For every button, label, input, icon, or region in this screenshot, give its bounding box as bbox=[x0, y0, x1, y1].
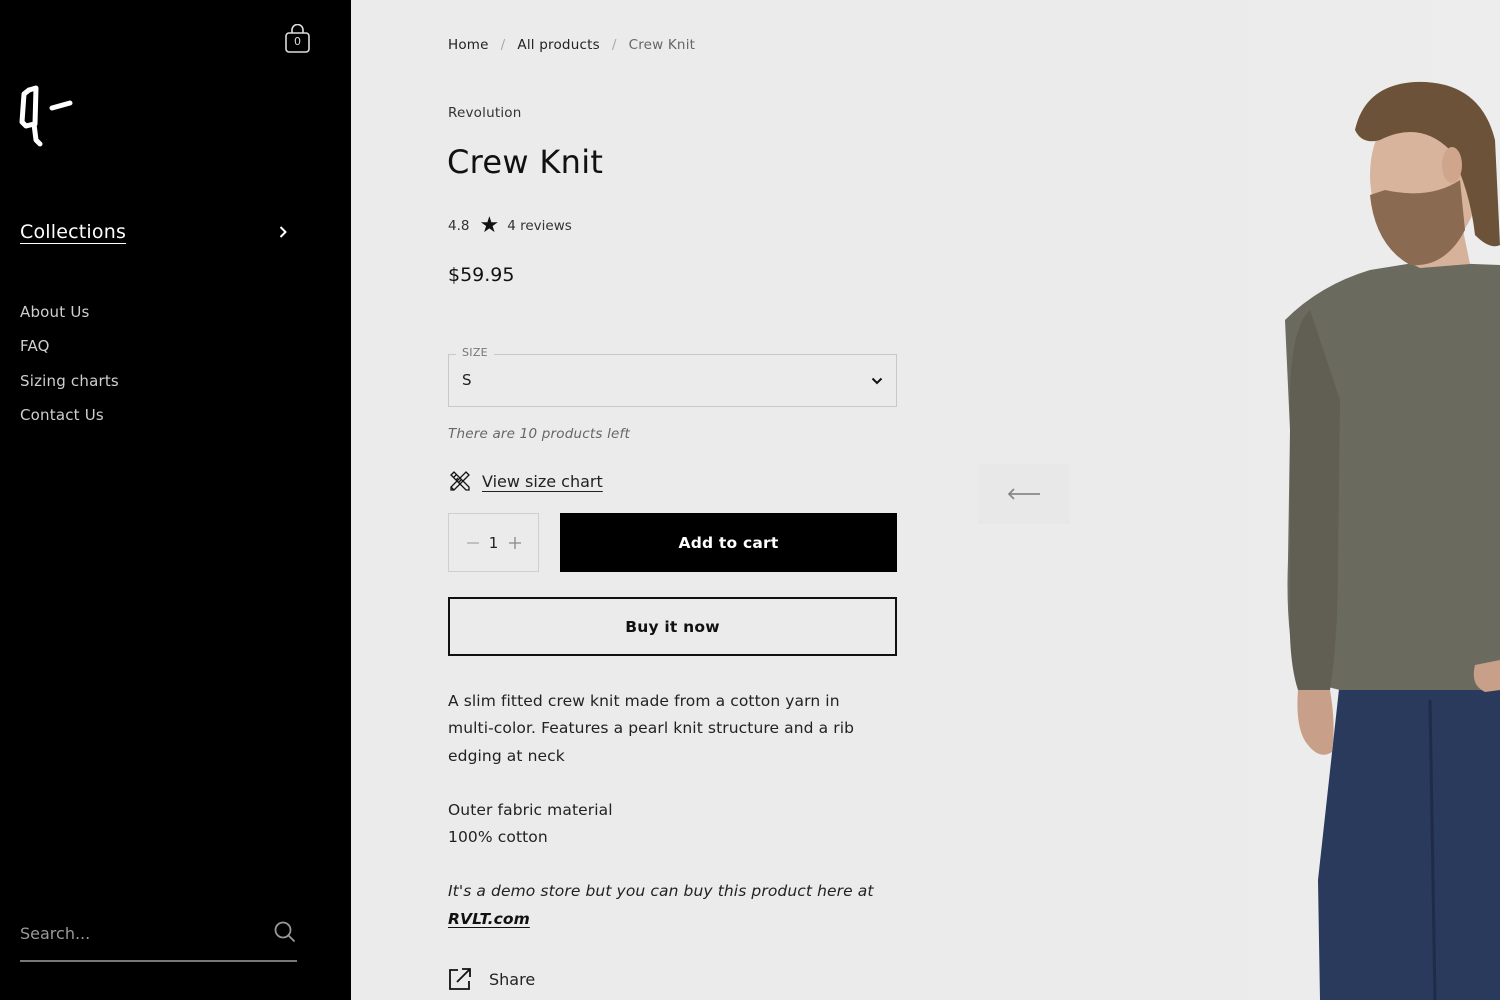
review-count: 4 reviews bbox=[507, 218, 572, 234]
breadcrumb-separator: / bbox=[611, 37, 617, 53]
stock-status: There are 10 products left bbox=[448, 426, 630, 442]
external-link-icon bbox=[449, 968, 471, 990]
sidebar-nav: About Us FAQ Sizing charts Contact Us bbox=[20, 302, 119, 439]
search-bar bbox=[20, 914, 297, 962]
demo-note: It's a demo store but you can buy this p… bbox=[448, 878, 888, 933]
sidebar-item-faq[interactable]: FAQ bbox=[20, 336, 119, 370]
minus-icon bbox=[466, 541, 479, 544]
size-label: SIZE bbox=[456, 346, 494, 359]
breadcrumb-current: Crew Knit bbox=[628, 37, 696, 53]
product-title: Crew Knit bbox=[447, 143, 604, 181]
store-logo[interactable] bbox=[18, 82, 78, 148]
breadcrumb-separator: / bbox=[500, 37, 506, 53]
product-description: A slim fitted crew knit made from a cott… bbox=[448, 688, 888, 960]
ruler-pencil-icon bbox=[450, 471, 470, 491]
model-photo bbox=[1285, 81, 1500, 1000]
search-button[interactable] bbox=[273, 920, 297, 944]
breadcrumb: Home / All products / Crew Knit bbox=[448, 37, 695, 53]
material-info: Outer fabric material 100% cotton bbox=[448, 797, 888, 852]
share-label: Share bbox=[489, 969, 536, 989]
plus-icon bbox=[508, 536, 521, 549]
cart-count: 0 bbox=[294, 35, 301, 48]
material-heading: Outer fabric material bbox=[448, 800, 613, 819]
add-to-cart-button[interactable]: Add to cart bbox=[560, 513, 897, 572]
chevron-down-icon bbox=[871, 377, 883, 385]
search-input[interactable] bbox=[20, 920, 260, 946]
product-image[interactable] bbox=[1190, 0, 1500, 1000]
sidebar: 0 Collections About Us FAQ Sizing charts… bbox=[0, 0, 351, 1000]
rating-value: 4.8 bbox=[448, 218, 470, 234]
product-rating[interactable]: 4.8 ★ 4 reviews bbox=[448, 215, 572, 237]
collections-label: Collections bbox=[20, 221, 127, 243]
quantity-decrease-button[interactable] bbox=[462, 533, 484, 553]
sidebar-item-sizing-charts[interactable]: Sizing charts bbox=[20, 371, 119, 405]
product-page: Home / All products / Crew Knit Revoluti… bbox=[351, 0, 1500, 1000]
cart-button[interactable]: 0 bbox=[284, 24, 311, 54]
product-price: $59.95 bbox=[448, 264, 515, 286]
size-value: S bbox=[462, 371, 472, 389]
size-select[interactable]: SIZE S bbox=[448, 346, 897, 407]
demo-note-text: It's a demo store but you can buy this p… bbox=[448, 882, 874, 901]
search-icon bbox=[274, 921, 296, 943]
rvlt-link[interactable]: RVLT.com bbox=[448, 910, 530, 928]
buy-now-button[interactable]: Buy it now bbox=[448, 597, 897, 656]
quantity-stepper bbox=[448, 513, 539, 572]
logo-mark bbox=[19, 85, 73, 147]
quantity-input[interactable] bbox=[483, 533, 504, 552]
arrow-left-icon bbox=[1007, 488, 1040, 500]
sidebar-item-about-us[interactable]: About Us bbox=[20, 302, 119, 336]
star-icon: ★ bbox=[479, 213, 500, 238]
collections-menu[interactable]: Collections bbox=[20, 218, 290, 246]
product-vendor: Revolution bbox=[448, 105, 522, 121]
share-button[interactable]: Share bbox=[448, 967, 535, 991]
gallery-prev-button[interactable] bbox=[978, 464, 1070, 524]
quantity-increase-button[interactable] bbox=[504, 533, 526, 553]
material-value: 100% cotton bbox=[448, 828, 548, 847]
description-text: A slim fitted crew knit made from a cott… bbox=[448, 692, 855, 765]
sidebar-item-contact-us[interactable]: Contact Us bbox=[20, 405, 119, 439]
chevron-right-icon bbox=[279, 226, 287, 238]
breadcrumb-home[interactable]: Home bbox=[448, 37, 489, 53]
size-chart-label: View size chart bbox=[482, 471, 603, 491]
breadcrumb-all-products[interactable]: All products bbox=[517, 37, 599, 53]
view-size-chart-link[interactable]: View size chart bbox=[448, 469, 603, 493]
